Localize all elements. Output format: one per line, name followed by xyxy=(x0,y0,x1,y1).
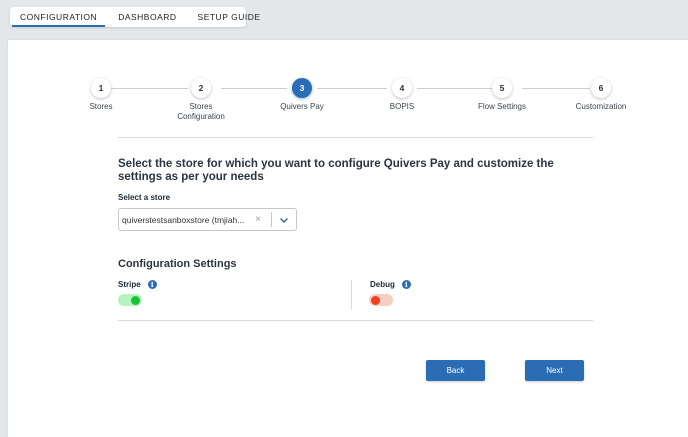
step-label: Quivers Pay xyxy=(280,102,324,111)
step-number: 3 xyxy=(292,78,312,98)
step-stores-configuration[interactable]: 2 Stores Configuration xyxy=(161,78,241,122)
info-icon[interactable]: i xyxy=(401,280,411,289)
section-divider xyxy=(118,137,593,138)
store-select-value: quiverstestsanboxstore (tmjiah... xyxy=(122,214,245,225)
step-label: Flow Settings xyxy=(477,102,527,111)
top-tab-bar: CONFIGURATION DASHBOARD SETUP GUIDE xyxy=(10,7,260,27)
stripe-toggle[interactable] xyxy=(118,294,142,306)
debug-label-text: Debug xyxy=(370,280,395,289)
debug-label: Debug i xyxy=(370,280,411,289)
next-button[interactable]: Next xyxy=(525,360,584,381)
tab-setup-guide[interactable]: SETUP GUIDE xyxy=(198,7,261,27)
configuration-card: 1 Stores 2 Stores Configuration 3 Quiver… xyxy=(8,40,688,437)
select-store-label: Select a store xyxy=(118,193,171,202)
info-icon[interactable]: i xyxy=(147,280,157,289)
clear-icon[interactable]: × xyxy=(251,214,265,225)
toggle-knob xyxy=(371,295,380,305)
step-stores[interactable]: 1 Stores xyxy=(61,78,141,112)
step-flow-settings[interactable]: 5 Flow Settings xyxy=(462,78,542,112)
chevron-down-icon[interactable] xyxy=(278,214,290,226)
back-button[interactable]: Back xyxy=(426,360,485,381)
step-bopis[interactable]: 4 BOPIS xyxy=(362,78,442,112)
step-label: Stores Configuration xyxy=(177,102,225,121)
configuration-settings-title: Configuration Settings xyxy=(118,258,237,270)
toggle-knob xyxy=(131,295,140,305)
step-label: BOPIS xyxy=(389,102,415,111)
debug-toggle[interactable] xyxy=(369,294,393,306)
store-select[interactable]: quiverstestsanboxstore (tmjiah... × xyxy=(118,208,297,231)
step-number: 1 xyxy=(91,78,111,98)
step-number: 2 xyxy=(191,78,211,98)
stripe-label: Stripe i xyxy=(118,280,157,289)
step-label: Stores xyxy=(89,102,113,111)
step-number: 6 xyxy=(591,78,611,98)
stripe-label-text: Stripe xyxy=(118,280,141,289)
step-number: 5 xyxy=(492,78,512,98)
step-quivers-pay[interactable]: 3 Quivers Pay xyxy=(262,78,342,112)
step-label: Customization xyxy=(575,102,627,111)
wizard-stepper: 1 Stores 2 Stores Configuration 3 Quiver… xyxy=(8,40,688,140)
page-heading: Select the store for which you want to c… xyxy=(118,158,554,183)
step-customization[interactable]: 6 Customization xyxy=(561,78,641,112)
settings-separator xyxy=(351,280,352,310)
tab-configuration[interactable]: CONFIGURATION xyxy=(11,7,106,27)
step-number: 4 xyxy=(392,78,412,98)
select-separator xyxy=(271,212,272,227)
tab-dashboard[interactable]: DASHBOARD xyxy=(118,7,176,27)
section-divider xyxy=(118,320,593,321)
